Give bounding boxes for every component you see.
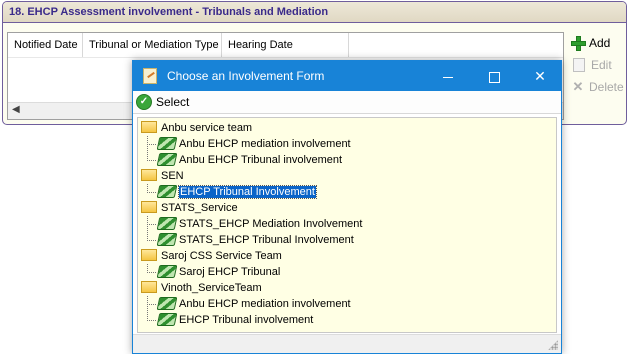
folder-label: STATS_Service	[161, 202, 238, 214]
item-label: STATS_EHCP Mediation Involvement	[179, 218, 363, 230]
tree-item-selected[interactable]: EHCP Tribunal Involvement	[138, 184, 556, 200]
folder-icon	[141, 201, 157, 214]
folder-icon	[141, 281, 157, 294]
form-icon	[156, 216, 178, 230]
folder-label: Saroj CSS Service Team	[161, 250, 282, 262]
edit-label: Edit	[591, 58, 612, 72]
maximize-icon	[488, 71, 500, 83]
dialog-toolbar: ✓ Select	[133, 91, 561, 114]
tree-folder[interactable]: Vinoth_ServiceTeam	[138, 280, 556, 296]
tree-item[interactable]: Anbu EHCP mediation involvement	[138, 136, 556, 152]
delete-button[interactable]: ✕ Delete	[571, 76, 626, 98]
tree-item[interactable]: STATS_EHCP Tribunal Involvement	[138, 224, 556, 248]
delete-x-icon: ✕	[572, 79, 584, 94]
edit-button[interactable]: Edit	[571, 54, 626, 76]
dialog-statusbar	[133, 334, 561, 353]
form-icon	[156, 296, 178, 310]
panel-title: 18. EHCP Assessment involvement - Tribun…	[3, 2, 626, 23]
item-label: Anbu EHCP mediation involvement	[179, 138, 351, 150]
column-header-hearing-date[interactable]: Hearing Date	[222, 33, 349, 57]
check-icon: ✓	[136, 94, 152, 110]
maximize-button[interactable]	[471, 61, 517, 91]
add-label: Add	[589, 36, 611, 50]
item-label: EHCP Tribunal involvement	[179, 314, 314, 326]
dialog-titlebar[interactable]: Choose an Involvement Form ✕	[133, 61, 561, 91]
delete-label: Delete	[589, 80, 624, 94]
grid-actions: Add Edit ✕ Delete	[571, 32, 626, 98]
form-app-icon	[143, 68, 157, 84]
item-label: Saroj EHCP Tribunal	[179, 266, 281, 278]
close-icon: ✕	[534, 68, 546, 84]
form-icon	[156, 232, 178, 246]
folder-label: Vinoth_ServiceTeam	[161, 282, 262, 294]
resize-grip-icon[interactable]	[548, 340, 558, 350]
tree-item[interactable]: STATS_EHCP Mediation Involvement	[138, 216, 556, 232]
form-tree[interactable]: Anbu service team Anbu EHCP mediation in…	[137, 117, 557, 333]
tree-item[interactable]: EHCP Tribunal involvement	[138, 304, 556, 328]
folder-label: Anbu service team	[161, 122, 253, 134]
folder-icon	[141, 249, 157, 262]
document-icon	[573, 58, 585, 72]
column-header-notified-date[interactable]: Notified Date	[8, 33, 83, 57]
form-icon	[156, 312, 178, 326]
tree-item[interactable]: Anbu EHCP Tribunal involvement	[138, 144, 556, 168]
select-button[interactable]: ✓ Select	[136, 94, 189, 110]
item-label: EHCP Tribunal Involvement	[178, 185, 317, 199]
close-button[interactable]: ✕	[517, 61, 563, 91]
grid-header: Notified Date Tribunal or Mediation Type…	[8, 33, 563, 58]
scroll-left-icon[interactable]: ◀	[12, 104, 20, 115]
column-header-type[interactable]: Tribunal or Mediation Type	[83, 33, 222, 57]
tree-item[interactable]: Anbu EHCP mediation involvement	[138, 296, 556, 312]
item-label: STATS_EHCP Tribunal Involvement	[179, 234, 354, 246]
folder-icon	[141, 121, 157, 134]
select-label: Select	[156, 95, 190, 109]
form-icon	[156, 152, 178, 166]
minimize-button[interactable]	[425, 61, 471, 91]
folder-icon	[141, 169, 157, 182]
tree-item[interactable]: Saroj EHCP Tribunal	[138, 264, 556, 280]
choose-form-dialog: Choose an Involvement Form ✕ ✓ Select An…	[132, 60, 562, 354]
item-label: Anbu EHCP mediation involvement	[179, 298, 351, 310]
item-label: Anbu EHCP Tribunal involvement	[179, 154, 343, 166]
form-icon	[156, 264, 178, 278]
tree-folder[interactable]: STATS_Service	[138, 200, 556, 216]
tree-folder[interactable]: Saroj CSS Service Team	[138, 248, 556, 264]
plus-icon	[571, 36, 586, 51]
tree-folder[interactable]: SEN	[138, 168, 556, 184]
form-icon	[156, 184, 178, 198]
tree-folder[interactable]: Anbu service team	[138, 120, 556, 136]
form-icon	[156, 136, 178, 150]
dialog-title: Choose an Involvement Form	[167, 69, 325, 83]
minimize-icon	[443, 76, 453, 78]
folder-label: SEN	[161, 170, 184, 182]
add-button[interactable]: Add	[571, 32, 626, 54]
